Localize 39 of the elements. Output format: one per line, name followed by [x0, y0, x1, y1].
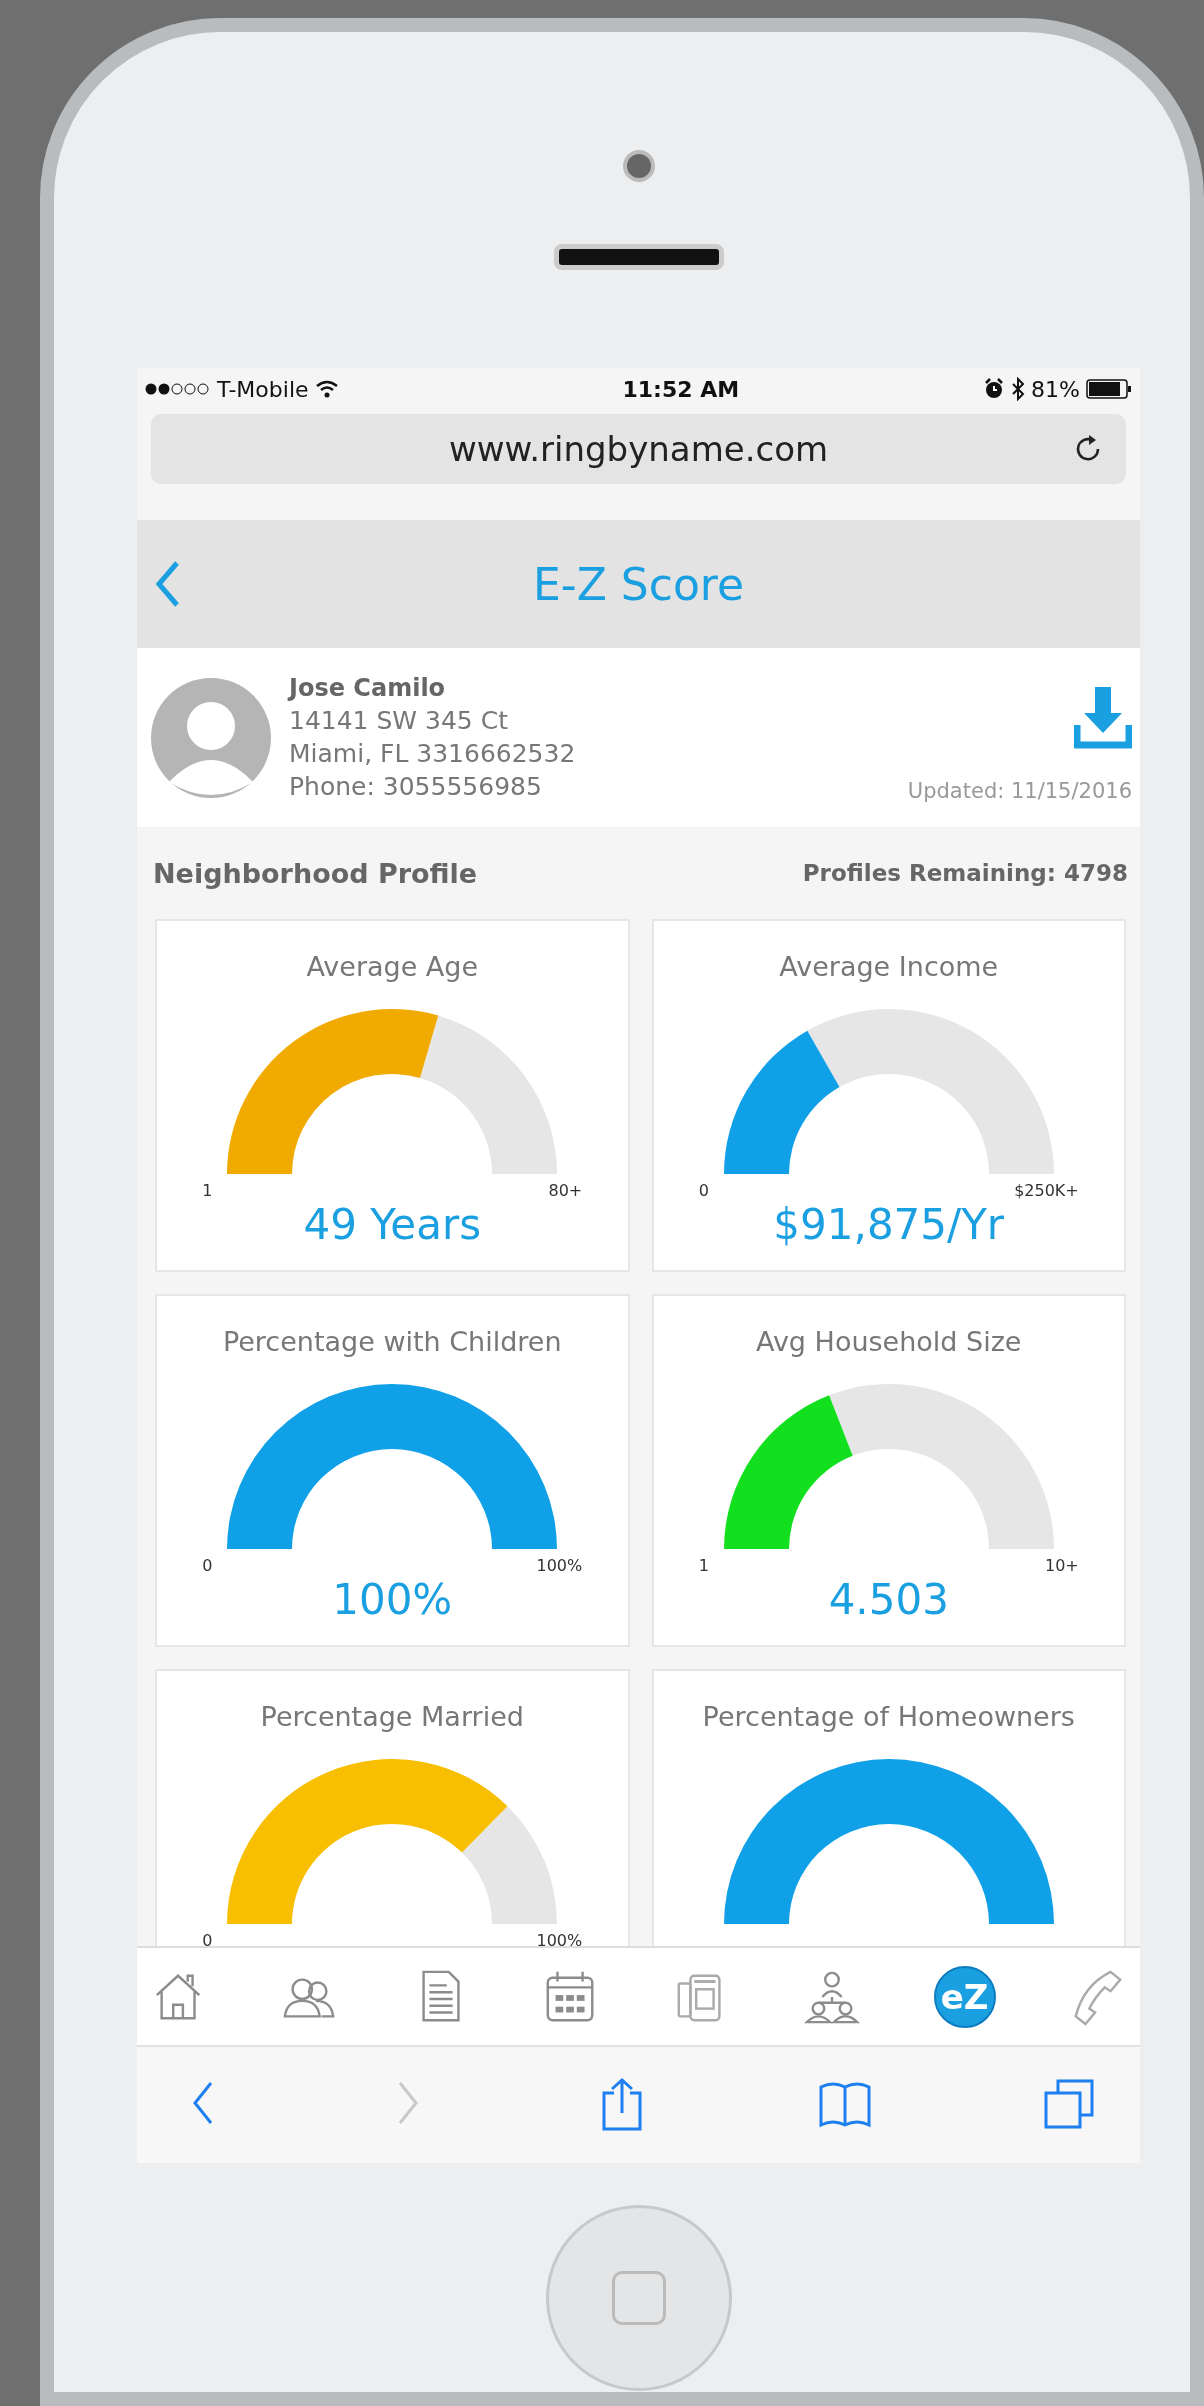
gauge-title: Percentage of Homeowners — [702, 1701, 1075, 1734]
contact-name: Jose Camilo — [289, 674, 447, 702]
carrier-name: T-Mobile — [217, 376, 309, 402]
page-title: E-Z Score — [532, 558, 744, 610]
section-title: Neighborhood Profile — [153, 857, 478, 889]
gauge-title: Percentage Married — [260, 1701, 524, 1734]
gauge-title: Average Income — [779, 951, 999, 984]
gauge-title: Average Age — [306, 951, 479, 984]
gauge-value: 100% — [332, 1575, 453, 1624]
signal-icon — [145, 382, 211, 396]
battery-icon — [1086, 379, 1132, 399]
profiles-remaining: Profiles Remaining: 4798 — [802, 860, 1128, 886]
gauge-max: 100% — [536, 1931, 583, 1946]
gauge-max: 10+ — [1045, 1556, 1079, 1575]
address-bar[interactable]: www.ringbyname.com — [151, 414, 1126, 484]
gauge-value: 4.503 — [828, 1575, 949, 1624]
gauge-max: $250K+ — [1014, 1181, 1079, 1200]
battery-percent: 81% — [1031, 376, 1080, 402]
gauge-value: 49 Years — [303, 1200, 482, 1249]
gauge-title: Percentage with Children — [222, 1326, 562, 1359]
gauge-value: $91,875/Yr — [773, 1200, 1005, 1249]
gauge-min: 0 — [202, 1556, 213, 1575]
gauge-min: 0 — [202, 1931, 213, 1946]
wifi-icon — [314, 380, 339, 398]
status-time: 11:52 AM — [622, 376, 740, 402]
address-line: 14141 SW 345 Ct — [289, 706, 509, 735]
gauge-min: 1 — [698, 1556, 709, 1575]
avatar-icon — [151, 677, 271, 798]
gauge-min: 1 — [202, 1181, 213, 1200]
gauge-max: 80+ — [548, 1181, 583, 1200]
gauge-min: 0 — [698, 1181, 709, 1200]
download-icon[interactable] — [1074, 686, 1132, 749]
bluetooth-icon — [1011, 377, 1026, 401]
front-camera — [622, 150, 655, 182]
city-line: Miami, FL 3316662532 — [289, 739, 577, 768]
phone-line: Phone: 3055556985 — [289, 772, 543, 801]
gauge-max: 100% — [536, 1556, 583, 1575]
updated-date: Updated: 11/15/2016 — [907, 778, 1132, 803]
gauge-title: Avg Household Size — [756, 1326, 1022, 1359]
